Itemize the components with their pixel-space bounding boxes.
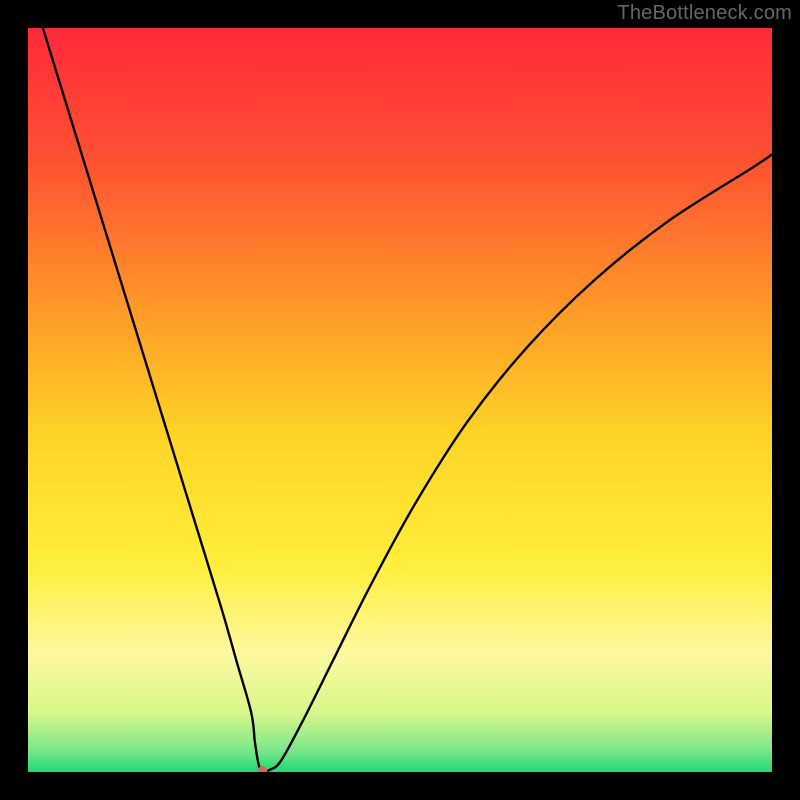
- gradient-background: [28, 28, 772, 772]
- chart-frame: TheBottleneck.com: [0, 0, 800, 800]
- plot-area: [28, 28, 772, 772]
- bottleneck-chart: [28, 28, 772, 772]
- watermark-text: TheBottleneck.com: [617, 2, 792, 25]
